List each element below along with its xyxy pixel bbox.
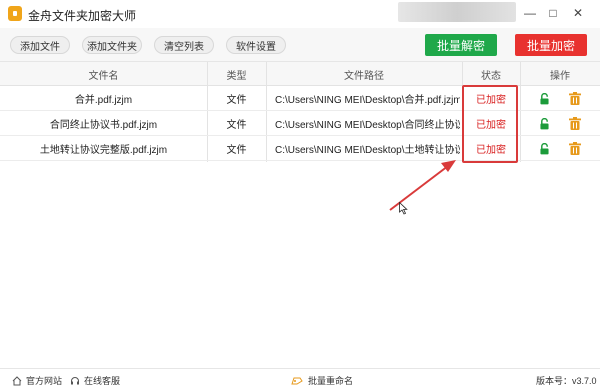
clear-list-button[interactable]: 清空列表 [154, 36, 214, 54]
file-name: 合同终止协议书.pdf.jzjm [49, 120, 158, 131]
headset-icon [71, 376, 79, 384]
toolbar: 添加文件 添加文件夹 清空列表 软件设置 批量解密 批量加密 [0, 28, 600, 62]
file-path: C:\Users\NING MEI\Desktop\合并.pdf.jzjm [275, 95, 460, 106]
file-name: 土地转让协议完整版.pdf.jzjm [39, 145, 168, 156]
minimize-button[interactable]: — [522, 5, 538, 21]
add-folder-button[interactable]: 添加文件夹 [82, 36, 142, 54]
table-header: 文件名 类型 文件路径 状态 操作 [0, 62, 600, 86]
close-button[interactable]: ✕ [570, 5, 586, 21]
file-type: 文件 [226, 145, 247, 156]
maximize-button[interactable]: □ [545, 5, 561, 21]
header-name[interactable]: 文件名 [0, 62, 207, 86]
footer-bar: 官方网站 在线客服 批量重命名 版本号：v3.7.0 [0, 368, 600, 390]
unlock-icon[interactable] [540, 118, 549, 130]
header-status[interactable]: 状态 [462, 62, 520, 86]
account-area[interactable] [398, 2, 516, 22]
app-logo-icon [8, 6, 22, 21]
mouse-cursor-icon [399, 202, 408, 215]
support-link[interactable]: 在线客服 [70, 374, 120, 387]
trash-icon[interactable] [569, 142, 581, 155]
website-link[interactable]: 官方网站 [12, 374, 62, 387]
status-highlight-box [462, 85, 518, 163]
app-title: 金舟文件夹加密大师 [28, 9, 137, 23]
version-text: 版本号：v3.7.0 [536, 376, 597, 386]
batch-encrypt-button[interactable]: 批量加密 [515, 34, 587, 56]
unlock-icon[interactable] [540, 93, 549, 105]
title-bar: 金舟文件夹加密大师 — □ ✕ [0, 0, 600, 28]
home-icon [12, 375, 22, 385]
header-type[interactable]: 类型 [207, 62, 266, 86]
header-path[interactable]: 文件路径 [266, 62, 462, 86]
batch-rename-link[interactable]: 批量重命名 [290, 374, 353, 387]
trash-icon[interactable] [569, 92, 581, 105]
add-file-button[interactable]: 添加文件 [10, 36, 70, 54]
header-action: 操作 [550, 70, 570, 82]
file-path: C:\Users\NING MEI\Desktop\合同终止协议书... [275, 120, 460, 131]
support-label: 在线客服 [84, 376, 121, 386]
rename-label: 批量重命名 [308, 376, 354, 386]
settings-button[interactable]: 软件设置 [226, 36, 286, 54]
batch-decrypt-button[interactable]: 批量解密 [425, 34, 497, 56]
file-type: 文件 [226, 120, 247, 131]
file-type: 文件 [226, 95, 247, 106]
website-label: 官方网站 [26, 376, 63, 386]
rename-icon [291, 377, 303, 384]
trash-icon[interactable] [569, 117, 581, 130]
file-path: C:\Users\NING MEI\Desktop\土地转让协议完... [275, 145, 460, 156]
unlock-icon[interactable] [540, 143, 549, 155]
file-name: 合并.pdf.jzjm [74, 95, 133, 106]
